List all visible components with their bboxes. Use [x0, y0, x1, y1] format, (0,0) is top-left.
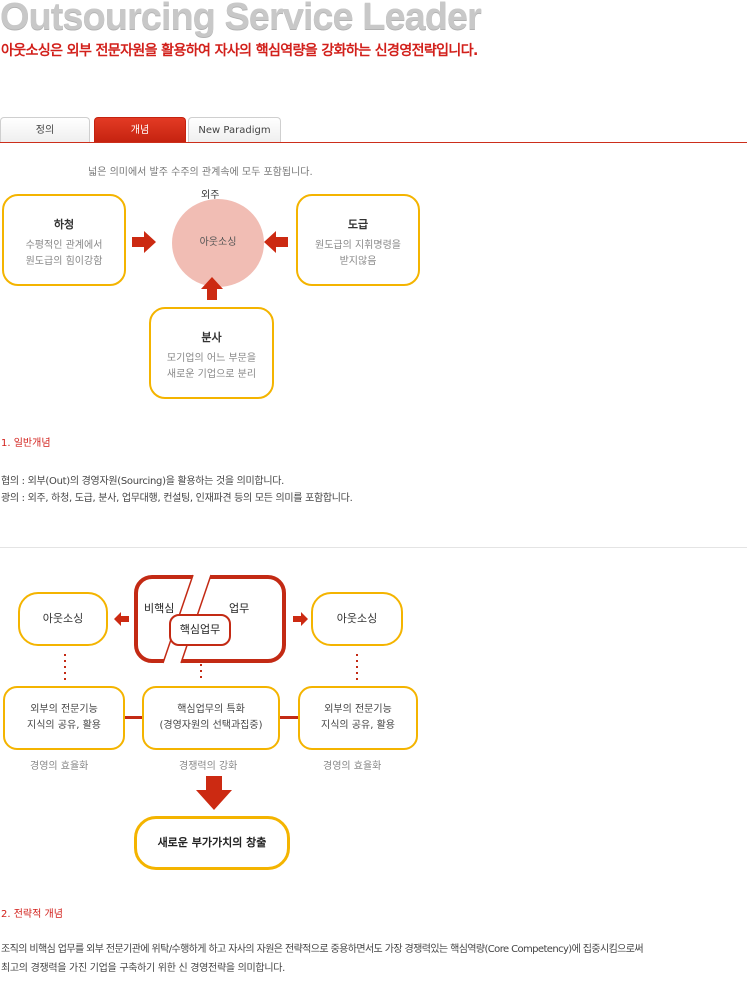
- box-contract: 도급 원도급의 지휘명령을 받지않음: [296, 194, 420, 286]
- box-expertise-right-line2: 지식의 공유, 활용: [321, 720, 395, 731]
- box-contract-line1: 원도급의 지휘명령을: [315, 240, 401, 251]
- section1-line1: 협의 : 외부(Out)의 경영자원(Sourcing)을 활용하는 것을 의미…: [1, 476, 285, 487]
- oval-outsourcing-left: 아웃소싱: [18, 592, 108, 646]
- section2-line1: 조직의 비핵심 업무를 외부 전문기관에 위탁/수행하게 하고 자사의 자원은 …: [1, 944, 644, 955]
- noncore-label: 비핵심: [144, 602, 175, 615]
- arrow-right-icon: [132, 231, 156, 253]
- box-subcontract-title: 하청: [53, 218, 75, 231]
- arrow-right-small-icon: [293, 612, 308, 626]
- box-spinoff-line2: 새로운 기업으로 분리: [166, 369, 257, 380]
- arrow-left-small-icon: [114, 612, 129, 626]
- section1-title: 1. 일반개념: [1, 438, 51, 449]
- center-circle-label: 아웃소싱: [199, 237, 237, 248]
- value-creation-box: 새로운 부가가치의 창출: [134, 816, 290, 870]
- caption-right: 경영의 효율화: [323, 761, 382, 772]
- tab-definition[interactable]: 정의: [0, 117, 90, 143]
- box-core-specialization: 핵심업무의 특화 (경영자원의 선택과집중): [142, 686, 280, 750]
- box-spinoff: 분사 모기업의 어느 부문을 새로운 기업으로 분리: [149, 307, 274, 399]
- caption-center: 경쟁력의 강화: [179, 761, 238, 772]
- section-divider: [0, 547, 747, 548]
- box-expertise-right: 외부의 전문기능 지식의 공유, 활용: [298, 686, 418, 750]
- diagram1-note: 넓은 의미에서 발주 수주의 관계속에 모두 포함됩니다.: [88, 167, 313, 178]
- box-spinoff-title: 분사: [201, 331, 222, 344]
- page-hero-title: Outsourcing Service Leader: [0, 0, 482, 38]
- section2-title: 2. 전략적 개념: [1, 909, 63, 920]
- connector-bar-right: [280, 716, 298, 719]
- dotted-connector-left: [64, 654, 66, 680]
- box-expertise-left-line2: 지식의 공유, 활용: [27, 720, 101, 731]
- connector-bar-left: [125, 716, 142, 719]
- box-contract-title: 도급: [347, 218, 369, 231]
- work-label: 업무: [229, 602, 250, 615]
- box-expertise-left-line1: 외부의 전문기능: [30, 704, 98, 715]
- box-subcontract-line2: 원도급의 힘이강함: [25, 256, 103, 267]
- tab-concept[interactable]: 개념: [94, 117, 186, 143]
- oval-outsourcing-right: 아웃소싱: [311, 592, 403, 646]
- box-expertise-right-line1: 외부의 전문기능: [324, 704, 392, 715]
- arrow-left-icon: [264, 231, 288, 253]
- box-contract-line2: 받지않음: [339, 256, 377, 267]
- box-core-line2: (경영자원의 선택과집중): [159, 720, 263, 731]
- box-spinoff-line1: 모기업의 어느 부문을: [166, 353, 257, 364]
- arrow-up-icon: [201, 277, 223, 300]
- box-core-line1: 핵심업무의 특화: [177, 704, 245, 715]
- arrow-down-icon: [196, 776, 232, 810]
- page-subtitle: 아웃소싱은 외부 전문자원을 활용하여 자사의 핵심역량을 강화하는 신경영전략…: [1, 43, 478, 59]
- box-subcontract: 하청 수평적인 관계에서 원도급의 힘이강함: [2, 194, 126, 286]
- box-expertise-left: 외부의 전문기능 지식의 공유, 활용: [3, 686, 125, 750]
- dotted-connector-center: [200, 664, 202, 682]
- box-subcontract-line1: 수평적인 관계에서: [25, 240, 103, 251]
- section1-line2: 광의 : 외주, 하청, 도급, 분사, 업무대행, 컨설팅, 인재파견 등의 …: [1, 493, 353, 504]
- core-work-box: 핵심업무: [169, 614, 231, 646]
- center-circle: 아웃소싱: [172, 199, 264, 287]
- section2-line2: 최고의 경쟁력을 가진 기업을 구축하기 위한 신 경영전략을 의미합니다.: [1, 963, 286, 974]
- caption-left: 경영의 효율화: [30, 761, 89, 772]
- dotted-connector-right: [356, 654, 358, 680]
- tab-new-paradigm[interactable]: New Paradigm: [188, 117, 281, 143]
- tab-underline: [0, 142, 747, 143]
